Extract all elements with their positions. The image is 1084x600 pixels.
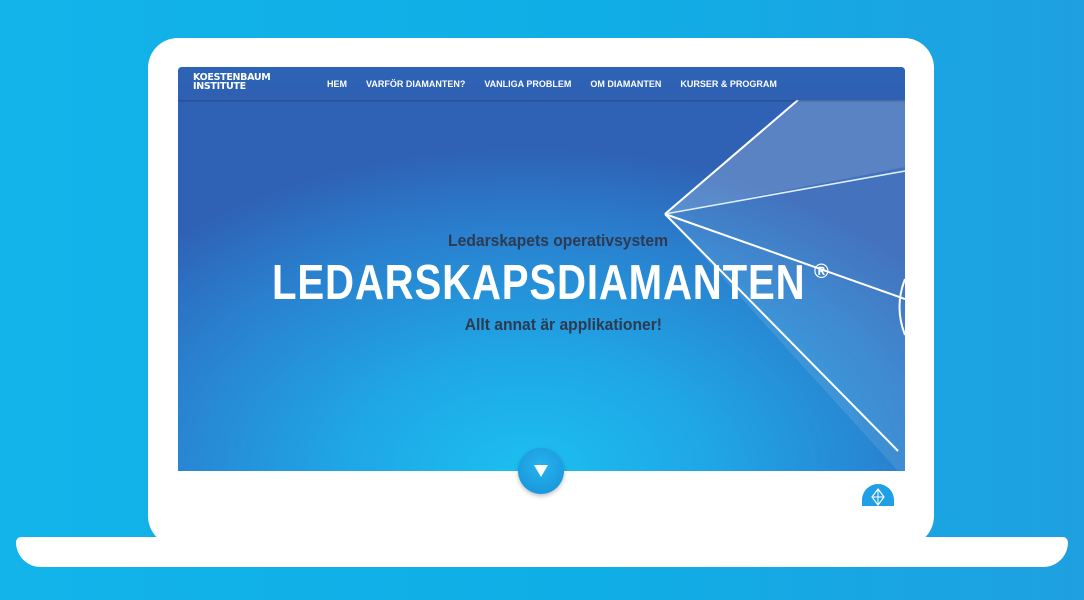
nav-item-om-diamanten[interactable]: OM DIAMANTEN [590, 79, 661, 89]
scroll-down-button[interactable] [518, 448, 564, 494]
hero-tagline: Ledarskapets operativsystem [448, 231, 668, 250]
registered-mark: ® [814, 261, 829, 283]
website-screen: KOESTENBAUM INSTITUTE HEM VARFÖR DIAMANT… [178, 67, 905, 471]
nav-item-kurser-program[interactable]: KURSER & PROGRAM [680, 79, 777, 89]
hero-subtitle: Allt annat är applikationer! [464, 315, 662, 334]
nav-item-vanliga-problem[interactable]: VANLIGA PROBLEM [484, 79, 571, 89]
main-nav: HEM VARFÖR DIAMANTEN? VANLIGA PROBLEM OM… [327, 67, 796, 100]
nav-item-varfor-diamanten[interactable]: VARFÖR DIAMANTEN? [366, 79, 465, 89]
logo-line-2: INSTITUTE [193, 81, 246, 92]
koestenbaum-logo[interactable]: KOESTENBAUM INSTITUTE [193, 73, 271, 92]
hero-title: LEDARSKAPSDIAMANTEN [272, 256, 806, 310]
down-arrow-icon [534, 465, 548, 477]
laptop-base [16, 537, 1068, 567]
nav-item-hem[interactable]: HEM [327, 79, 347, 89]
top-navbar: KOESTENBAUM INSTITUTE HEM VARFÖR DIAMANT… [178, 67, 905, 100]
